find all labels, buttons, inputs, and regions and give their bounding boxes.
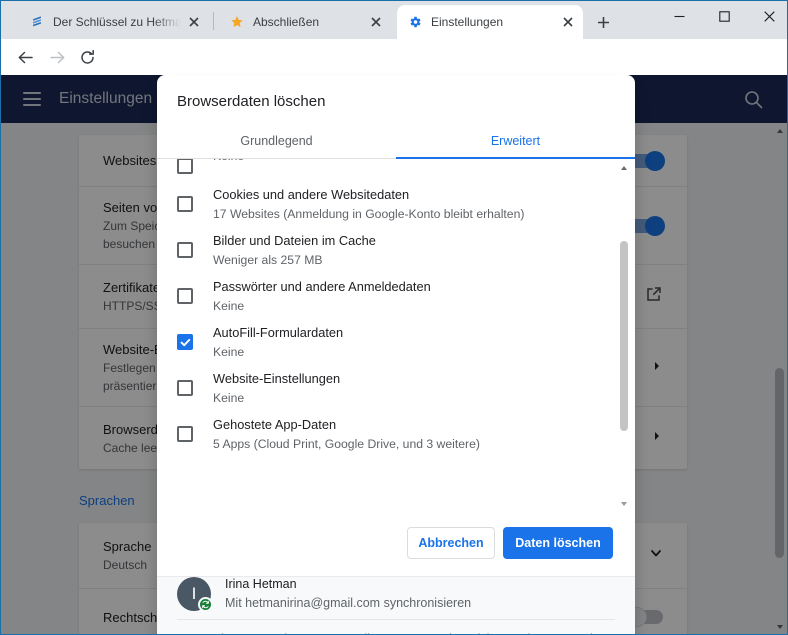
close-icon[interactable] — [185, 13, 203, 31]
item-title: Passwörter und andere Anmeldedaten — [213, 279, 431, 294]
item-sub: Keine — [213, 391, 245, 405]
new-tab-button[interactable] — [590, 9, 616, 35]
maximize-button[interactable] — [702, 1, 747, 32]
list-item[interactable]: Keine — [157, 159, 635, 174]
item-text: Keine — [213, 159, 617, 174]
cancel-button[interactable]: Abbrechen — [407, 527, 495, 559]
clear-browsing-data-dialog: Browserdaten löschen Grundlegend Erweite… — [157, 75, 635, 634]
avatar: I — [177, 577, 213, 612]
tab-erweitert[interactable]: Erweitert — [396, 123, 635, 159]
checkbox[interactable] — [177, 288, 193, 304]
tab-grundlegend[interactable]: Grundlegend — [157, 123, 396, 158]
browser-tab-2[interactable]: Abschließen — [219, 5, 391, 39]
item-sub: Keine — [213, 159, 617, 166]
close-icon[interactable] — [559, 13, 577, 31]
item-sub: Keine — [213, 345, 245, 359]
list-item[interactable]: Cookies und andere Websitedaten 17 Websi… — [157, 185, 635, 224]
account-info[interactable]: I Irina Hetman Mit hetmanirina@gmail.com… — [177, 575, 471, 613]
tab-title: Abschließen — [253, 15, 320, 29]
checkbox[interactable] — [177, 334, 193, 350]
item-sub: 5 Apps (Cloud Print, Google Drive, und 3… — [213, 437, 480, 451]
sync-icon — [198, 597, 213, 612]
dialog-footer: I Irina Hetman Mit hetmanirina@gmail.com… — [157, 576, 635, 634]
scrollbar-thumb[interactable] — [620, 241, 628, 431]
dialog-scrollbar[interactable] — [617, 161, 631, 511]
item-title: Cookies und andere Websitedaten — [213, 187, 410, 202]
dialog-tab-bar: Grundlegend Erweitert — [157, 123, 635, 159]
checkbox[interactable] — [177, 242, 193, 258]
list-item[interactable]: AutoFill-Formulardaten Keine — [157, 323, 635, 362]
list-item[interactable]: Website-Einstellungen Keine — [157, 369, 635, 408]
item-sub: Keine — [213, 299, 245, 313]
checkbox[interactable] — [177, 159, 193, 174]
reload-button[interactable] — [75, 45, 99, 69]
tab-label: Grundlegend — [240, 133, 313, 148]
avatar-initial: I — [191, 584, 197, 603]
scroll-up-arrow[interactable] — [617, 161, 631, 175]
hetman-icon — [29, 14, 45, 30]
tab-title: Einstellungen — [431, 15, 504, 29]
checkbox[interactable] — [177, 196, 193, 212]
item-text: Cookies und andere Websitedaten 17 Websi… — [213, 185, 617, 224]
item-title: Gehostete App-Daten — [213, 417, 337, 432]
browser-tab-1[interactable]: Der Schlüssel zu Hetman P — [19, 5, 209, 39]
item-text: Bilder und Dateien im Cache Weniger als … — [213, 231, 617, 270]
list-item[interactable]: Passwörter und andere Anmeldedaten Keine — [157, 277, 635, 316]
item-title: Website-Einstellungen — [213, 371, 341, 386]
item-title: AutoFill-Formulardaten — [213, 325, 344, 340]
item-text: Passwörter und andere Anmeldedaten Keine — [213, 277, 617, 316]
tab-separator — [213, 12, 214, 30]
tab-title: Der Schlüssel zu Hetman P — [53, 15, 181, 29]
star-icon — [229, 14, 245, 30]
item-text: Gehostete App-Daten 5 Apps (Cloud Print,… — [213, 415, 617, 454]
item-sub: Weniger als 257 MB — [213, 253, 323, 267]
list-item[interactable]: Bilder und Dateien im Cache Weniger als … — [157, 231, 635, 270]
minimize-button[interactable] — [657, 1, 702, 32]
footer-divider — [177, 619, 615, 620]
back-button[interactable] — [13, 45, 37, 69]
item-text: Website-Einstellungen Keine — [213, 369, 617, 408]
clear-data-button[interactable]: Daten löschen — [503, 527, 613, 559]
browser-tab-3[interactable]: Einstellungen — [397, 5, 583, 39]
checkbox[interactable] — [177, 380, 193, 396]
tab-label: Erweitert — [490, 133, 541, 148]
item-text: AutoFill-Formulardaten Keine — [213, 323, 617, 362]
gear-icon — [407, 14, 423, 30]
browser-window: Der Schlüssel zu Hetman P Abschließen Ei… — [0, 0, 788, 635]
close-icon[interactable] — [367, 13, 385, 31]
footer-note: Wenn Sie Browserdaten nur von diesem Ger… — [177, 629, 617, 634]
checkbox[interactable] — [177, 426, 193, 442]
list-item[interactable]: Gehostete App-Daten 5 Apps (Cloud Print,… — [157, 415, 635, 454]
account-sync-text: Mit hetmanirina@gmail.com synchronisiere… — [225, 596, 472, 610]
account-text: Irina Hetman Mit hetmanirina@gmail.com s… — [225, 575, 471, 613]
scroll-down-arrow[interactable] — [617, 497, 631, 511]
item-title: Bilder und Dateien im Cache — [213, 233, 376, 248]
data-type-list: Keine Cookies und andere Websitedaten 17… — [157, 159, 635, 514]
close-window-button[interactable] — [747, 1, 787, 32]
account-name: Irina Hetman — [225, 577, 297, 591]
forward-button[interactable] — [45, 45, 69, 69]
dialog-actions: Abbrechen Daten löschen — [157, 514, 635, 576]
dialog-title: Browserdaten löschen — [177, 93, 326, 110]
footer-note-part1: Wenn Sie Browserdaten nur von diesem Ger… — [177, 632, 604, 634]
browser-toolbar: Chrome chrome://settings/clearBrowserDat… — [1, 39, 787, 109]
tab-strip: Der Schlüssel zu Hetman P Abschließen Ei… — [1, 1, 787, 39]
item-sub: 17 Websites (Anmeldung in Google-Konto b… — [213, 207, 525, 221]
